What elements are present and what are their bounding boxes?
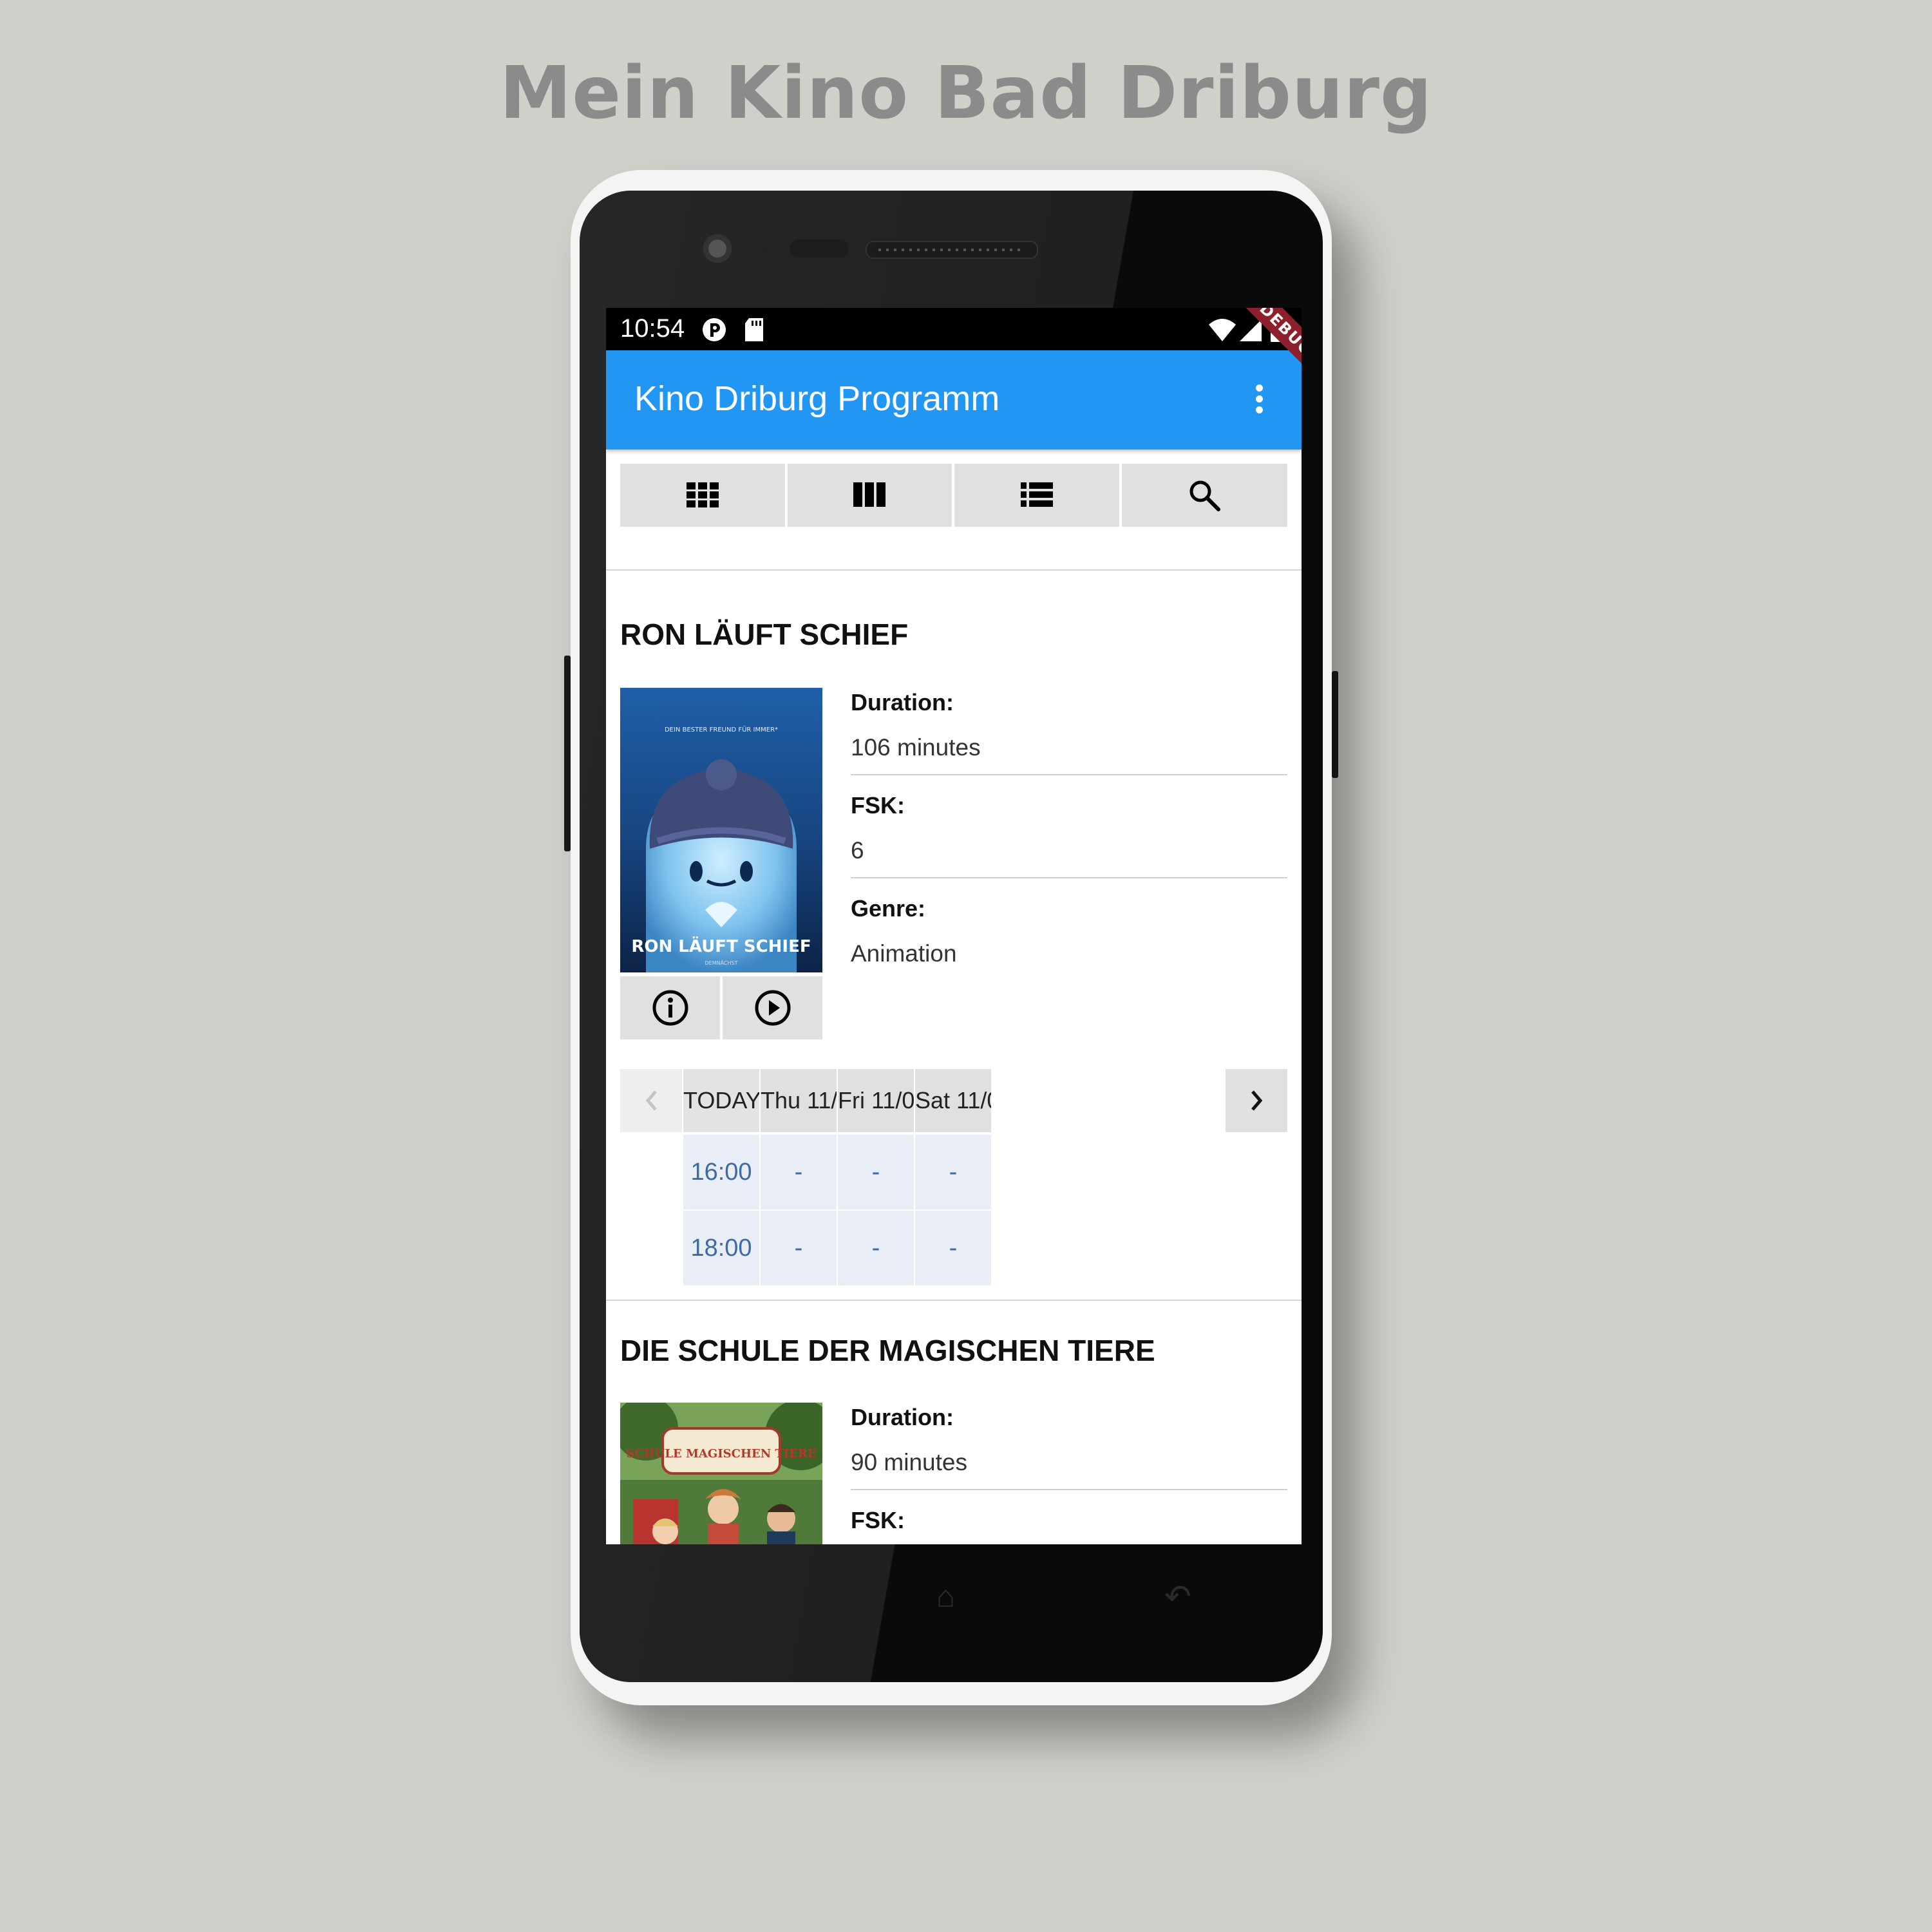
showtime-slot: - bbox=[761, 1211, 837, 1285]
info-button[interactable] bbox=[620, 976, 720, 1039]
genre-value: Animation bbox=[851, 940, 957, 967]
fsk-label: FSK: bbox=[851, 792, 905, 819]
section-divider bbox=[606, 569, 1302, 571]
status-time: 10:54 bbox=[620, 314, 685, 343]
movie-title: RON LÄUFT SCHIEF bbox=[620, 618, 909, 651]
info-divider bbox=[851, 774, 1287, 775]
volume-button bbox=[564, 656, 571, 851]
front-camera bbox=[703, 234, 732, 263]
showtime-slot: - bbox=[915, 1211, 991, 1285]
duration-value: 90 minutes bbox=[851, 1449, 967, 1475]
app-screen: 10:54 Kino Driburg Programm DEBUG RON LÄ… bbox=[606, 308, 1302, 1544]
list-view-icon bbox=[1020, 482, 1053, 507]
poster-title: SCHULE MAGISCHEN TIERE bbox=[626, 1447, 816, 1461]
proximity-sensor bbox=[762, 245, 770, 252]
movie-info: Duration: 106 minutes FSK: 6 Genre: Anim… bbox=[851, 689, 1287, 967]
info-divider bbox=[851, 1489, 1287, 1490]
power-button bbox=[1332, 671, 1338, 778]
day-header[interactable]: Fri 11/0 bbox=[838, 1069, 914, 1132]
fsk-label: FSK: bbox=[851, 1507, 905, 1533]
chevron-right-icon bbox=[1251, 1090, 1263, 1111]
fsk-value: 6 bbox=[851, 837, 864, 864]
earpiece-speaker bbox=[866, 241, 1038, 259]
column-view-button[interactable] bbox=[787, 464, 952, 527]
page-headline: Mein Kino Bad Driburg bbox=[499, 52, 1433, 135]
showtime-slot: - bbox=[915, 1135, 991, 1209]
chevron-left-icon bbox=[645, 1090, 657, 1111]
column-view-icon bbox=[853, 482, 886, 507]
search-icon bbox=[1189, 480, 1221, 511]
showtime-slot[interactable]: 16:00 bbox=[683, 1135, 759, 1209]
poster-actions bbox=[620, 976, 822, 1039]
duration-label: Duration: bbox=[851, 689, 954, 715]
day-header[interactable]: Sat 11/0 bbox=[915, 1069, 991, 1132]
section-divider bbox=[606, 1300, 1302, 1301]
play-circle-icon bbox=[755, 990, 790, 1026]
back-icon[interactable]: ↶ bbox=[1164, 1578, 1191, 1615]
movie-info: Duration: 90 minutes FSK: bbox=[851, 1404, 1287, 1533]
movie-poster[interactable]: SCHULE MAGISCHEN TIERE bbox=[620, 1403, 822, 1544]
trailer-button[interactable] bbox=[723, 976, 822, 1039]
day-header-today[interactable]: TODAY bbox=[683, 1069, 759, 1132]
info-icon bbox=[652, 990, 688, 1026]
notification-icon bbox=[703, 318, 726, 341]
showtime-slot: - bbox=[761, 1135, 837, 1209]
app-title: Kino Driburg Programm bbox=[634, 379, 1000, 418]
previous-days-button[interactable] bbox=[620, 1069, 682, 1132]
showtime-slot[interactable]: 18:00 bbox=[683, 1211, 759, 1285]
view-toolbar bbox=[620, 464, 1287, 527]
light-sensor bbox=[790, 240, 849, 258]
wifi-icon bbox=[1209, 319, 1236, 341]
overflow-menu-icon[interactable] bbox=[1247, 381, 1271, 420]
genre-label: Genre: bbox=[851, 895, 926, 922]
day-header[interactable]: Thu 11/0 bbox=[761, 1069, 837, 1132]
poster-subtitle: DEMNÄCHST bbox=[705, 960, 738, 966]
grid-view-button[interactable] bbox=[620, 464, 785, 527]
duration-label: Duration: bbox=[851, 1404, 954, 1430]
info-divider bbox=[851, 877, 1287, 878]
duration-value: 106 minutes bbox=[851, 734, 981, 761]
poster-tagline: DEIN BESTER FREUND FÜR IMMER* bbox=[665, 725, 778, 734]
showtime-slot: - bbox=[838, 1211, 914, 1285]
poster-title: RON LÄUFT SCHIEF bbox=[631, 936, 811, 956]
movie-poster[interactable]: DEIN BESTER FREUND FÜR IMMER* RON LÄUFT … bbox=[620, 688, 822, 972]
showtime-schedule: TODAY Thu 11/0 Fri 11/0 Sat 11/0 16:00 -… bbox=[620, 1069, 1287, 1294]
status-bar: 10:54 bbox=[606, 308, 1302, 350]
movie-title: DIE SCHULE DER MAGISCHEN TIERE bbox=[620, 1334, 1155, 1367]
showtime-slot: - bbox=[838, 1135, 914, 1209]
app-bar: Kino Driburg Programm bbox=[606, 350, 1302, 450]
list-view-button[interactable] bbox=[954, 464, 1119, 527]
next-days-button[interactable] bbox=[1226, 1069, 1287, 1132]
home-icon[interactable]: ⌂ bbox=[936, 1579, 955, 1615]
grid-view-icon bbox=[686, 482, 719, 507]
sd-card-icon bbox=[745, 318, 763, 341]
search-button[interactable] bbox=[1121, 464, 1287, 527]
